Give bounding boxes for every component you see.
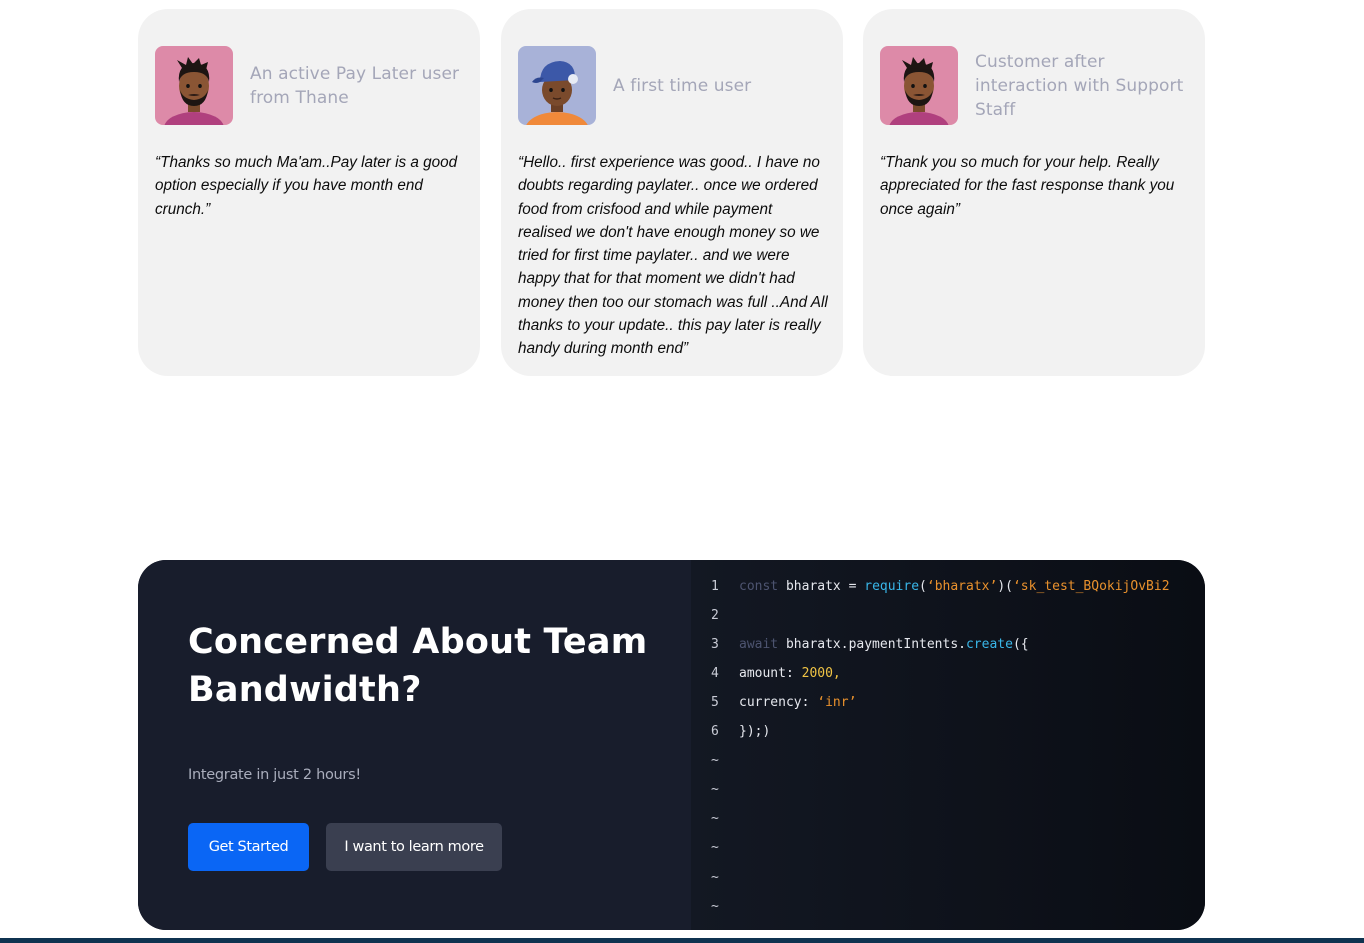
code-token: ‘sk_test_BQokijOvBi2 (1012, 578, 1170, 594)
line-number: 6 (711, 724, 719, 739)
line-number: ~ (711, 869, 719, 885)
code-token: amount: (739, 665, 802, 681)
code-line: ~ (691, 896, 1205, 916)
cta-subtitle: Integrate in just 2 hours! (188, 767, 361, 783)
code-line: 6});) (691, 722, 1205, 742)
testimonial-card: Customer after interaction with Support … (863, 9, 1205, 376)
testimonial-quote: “Thank you so much for your help. Really… (880, 154, 1175, 218)
learn-more-button[interactable]: I want to learn more (326, 823, 502, 871)
line-number: ~ (711, 753, 719, 769)
testimonial-card: A first time user “Hello.. first experie… (501, 9, 843, 376)
line-number: 1 (711, 578, 719, 594)
code-line: ~ (691, 751, 1205, 771)
code-text: amount: 2000, (739, 666, 841, 681)
code-token: ‘bharatx’ (926, 578, 998, 594)
code-token: require (864, 578, 920, 594)
code-token: const (739, 578, 786, 594)
code-token: ({ (1012, 636, 1029, 652)
code-text: await bharatx.paymentIntents.create({ (739, 637, 1029, 652)
code-line: 3 await bharatx.paymentIntents.create({ (691, 634, 1205, 654)
line-number: ~ (711, 840, 719, 856)
code-snippet-panel: 1 const bharatx = require(‘bharatx’)(‘sk_… (691, 560, 1205, 930)
code-line: ~ (691, 838, 1205, 858)
testimonial-title: An active Pay Later user from Thane (250, 63, 460, 108)
code-line: 1 const bharatx = require(‘bharatx’)(‘sk_… (691, 576, 1205, 596)
line-number: ~ (711, 811, 719, 827)
cta-heading: Concerned About Team Bandwidth? (188, 622, 648, 710)
testimonials-section: An active Pay Later user from Thane “Tha… (138, 9, 1205, 376)
cta-section: Concerned About Team Bandwidth? Integrat… (138, 560, 1205, 930)
code-token: create (965, 636, 1013, 652)
code-token: ( (919, 578, 927, 594)
code-token: bharatx.paymentIntents. (785, 636, 966, 652)
line-number: 4 (711, 665, 719, 681)
line-number: 2 (711, 607, 719, 623)
code-text: const bharatx = require(‘bharatx’)(‘sk_t… (739, 579, 1170, 594)
line-number: 3 (711, 636, 719, 652)
testimonial-title: A first time user (613, 75, 752, 96)
get-started-button[interactable]: Get Started (188, 823, 309, 871)
code-line: 5 currency: ‘inr’ (691, 692, 1205, 712)
line-number: 5 (711, 694, 719, 710)
testimonial-quote: “Thanks so much Ma'am..Pay later is a go… (155, 154, 458, 218)
code-line: 2 (691, 605, 1205, 625)
code-line: ~ (691, 780, 1205, 800)
code-text: currency: ‘inr’ (739, 695, 856, 710)
cta-content: Concerned About Team Bandwidth? Integrat… (138, 560, 691, 930)
code-text: });) (739, 724, 770, 739)
code-token: ‘inr’ (817, 694, 857, 710)
code-token: 2000, (801, 665, 841, 681)
code-line: 4 amount: 2000, (691, 663, 1205, 683)
testimonial-title: Customer after interaction with Support … (975, 51, 1184, 120)
avatar-man-beard-icon (880, 46, 958, 125)
avatar-man-beard-icon (155, 46, 233, 125)
code-token: bharatx = (785, 578, 865, 594)
code-token: currency: (739, 694, 818, 710)
testimonial-card: An active Pay Later user from Thane “Tha… (138, 9, 480, 376)
footer-edge (0, 938, 1364, 943)
code-token: });) (739, 724, 771, 739)
line-number: ~ (711, 782, 719, 798)
code-line: ~ (691, 809, 1205, 829)
code-line: ~ (691, 867, 1205, 887)
testimonial-quote: “Hello.. first experience was good.. I h… (518, 154, 828, 358)
code-token: )( (997, 578, 1013, 594)
line-number: ~ (711, 898, 719, 914)
avatar-boy-cap-icon (518, 46, 596, 125)
code-token: await (739, 636, 786, 652)
